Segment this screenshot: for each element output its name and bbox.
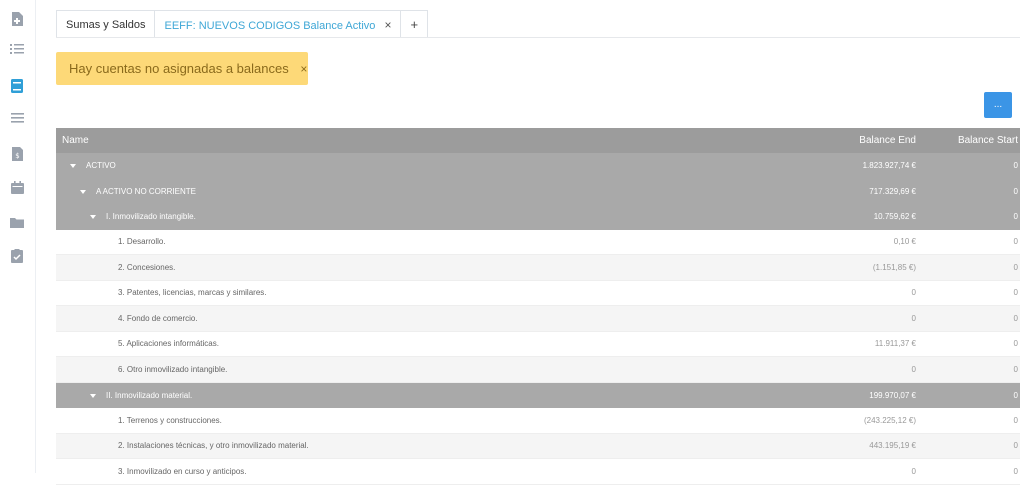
row-balance-end: (1.151,85 €) xyxy=(872,262,916,272)
row-balance-end: 1.823.927,74 € xyxy=(862,161,916,171)
row-balance-end: 717.329,69 € xyxy=(869,186,916,196)
row-balance-start: 0 xyxy=(1013,161,1018,171)
row-name: 6. Otro inmovilizado intangible. xyxy=(118,364,228,374)
table-header: Name Balance End Balance Start xyxy=(56,128,1020,153)
row-balance-start: 0 xyxy=(1013,339,1018,349)
row-name: II. Inmovilizado material. xyxy=(106,390,193,400)
warning-alert: Hay cuentas no asignadas a balances × xyxy=(56,52,308,85)
row-name: ACTIVO xyxy=(86,161,116,171)
row-balance-start: 0 xyxy=(1013,212,1018,222)
row-name: I. Inmovilizado intangible. xyxy=(106,212,196,222)
list-icon[interactable] xyxy=(10,42,24,56)
row-balance-start: 0 xyxy=(1013,237,1018,247)
menu-icon[interactable] xyxy=(10,111,24,125)
file-plus-icon[interactable] xyxy=(10,12,24,26)
folder-icon[interactable] xyxy=(10,215,24,229)
row-balance-start: 0 xyxy=(1013,441,1018,451)
table-row[interactable]: 5. Aplicaciones informáticas. 11.911,37 … xyxy=(56,331,1020,357)
row-balance-end: 0 xyxy=(911,364,916,374)
row-balance-end: 10.759,62 € xyxy=(873,212,916,222)
row-balance-end: 199.970,07 € xyxy=(869,390,916,400)
row-balance-end: 0,10 € xyxy=(893,237,916,247)
tab-sumas-y-saldos[interactable]: Sumas y Saldos xyxy=(56,10,156,38)
table-row[interactable]: 4. Fondo de comercio. 0 0 xyxy=(56,306,1020,332)
table-row[interactable]: 6. Otro inmovilizado intangible. 0 0 xyxy=(56,357,1020,383)
table-row[interactable]: 1. Terrenos y construcciones. (243.225,1… xyxy=(56,408,1020,434)
main-content: Sumas y Saldos EEFF: NUEVOS CODIGOS Bala… xyxy=(36,0,1024,485)
row-balance-start: 0 xyxy=(1013,390,1018,400)
table-row[interactable]: II. Inmovilizado material. 199.970,07 € … xyxy=(56,382,1020,408)
table-row[interactable]: 3. Patentes, licencias, marcas y similar… xyxy=(56,280,1020,306)
tab-label: Sumas y Saldos xyxy=(66,19,146,31)
table-row[interactable]: 2. Instalaciones técnicas, y otro inmovi… xyxy=(56,433,1020,459)
row-balance-start: 0 xyxy=(1013,364,1018,374)
close-icon[interactable]: × xyxy=(384,18,391,32)
row-balance-end: 443.195,19 € xyxy=(869,441,916,451)
column-header-balance-end[interactable]: Balance End xyxy=(806,135,926,146)
balance-table: Name Balance End Balance Start ACTIVO 1.… xyxy=(56,128,1020,485)
alert-text: Hay cuentas no asignadas a balances xyxy=(69,61,289,76)
close-icon[interactable]: × xyxy=(300,62,307,76)
row-balance-end: 0 xyxy=(911,466,916,476)
table-row[interactable]: 3. Inmovilizado en curso y anticipos. 0 … xyxy=(56,459,1020,485)
book-icon[interactable] xyxy=(10,79,24,93)
table-row[interactable]: 1. Desarrollo. 0,10 € 0 xyxy=(56,229,1020,255)
row-balance-start: 0 xyxy=(1013,466,1018,476)
row-name: 2. Instalaciones técnicas, y otro inmovi… xyxy=(118,441,309,451)
row-name: 2. Concesiones. xyxy=(118,262,176,272)
row-name: 4. Fondo de comercio. xyxy=(118,313,198,323)
svg-text:$: $ xyxy=(15,152,19,160)
tab-divider xyxy=(56,37,1020,38)
column-header-name[interactable]: Name xyxy=(56,135,806,146)
clipboard-check-icon[interactable] xyxy=(10,249,24,263)
row-name: 5. Aplicaciones informáticas. xyxy=(118,339,219,349)
invoice-icon[interactable]: $ xyxy=(10,147,24,161)
caret-down-icon[interactable] xyxy=(90,393,96,398)
add-tab-button[interactable]: + xyxy=(400,10,429,38)
table-row[interactable]: I. Inmovilizado intangible. 10.759,62 € … xyxy=(56,204,1020,230)
sidebar: $ xyxy=(0,0,36,473)
table-row[interactable]: 2. Concesiones. (1.151,85 €) 0 xyxy=(56,255,1020,281)
row-name: A ACTIVO NO CORRIENTE xyxy=(96,186,197,196)
row-name: 1. Desarrollo. xyxy=(118,237,166,247)
caret-down-icon[interactable] xyxy=(90,215,96,220)
row-balance-start: 0 xyxy=(1013,288,1018,298)
caret-down-icon[interactable] xyxy=(70,164,76,169)
row-balance-end: 11.911,37 € xyxy=(874,339,916,349)
tab-label: EEFF: NUEVOS CODIGOS Balance Activo xyxy=(164,20,376,32)
row-name: 3. Patentes, licencias, marcas y similar… xyxy=(118,288,267,298)
more-options-button[interactable]: ... xyxy=(984,92,1012,118)
row-name: 3. Inmovilizado en curso y anticipos. xyxy=(118,466,247,476)
row-balance-end: 0 xyxy=(911,313,916,323)
tab-bar: Sumas y Saldos EEFF: NUEVOS CODIGOS Bala… xyxy=(56,10,429,38)
row-balance-start: 0 xyxy=(1013,415,1018,425)
table-row[interactable]: ACTIVO 1.823.927,74 € 0 xyxy=(56,153,1020,179)
calendar-icon[interactable] xyxy=(10,180,24,194)
row-balance-end: (243.225,12 €) xyxy=(863,415,916,425)
row-name: 1. Terrenos y construcciones. xyxy=(118,415,222,425)
row-balance-start: 0 xyxy=(1013,313,1018,323)
column-header-balance-start[interactable]: Balance Start xyxy=(926,135,1020,146)
tab-balance-activo[interactable]: EEFF: NUEVOS CODIGOS Balance Activo × xyxy=(154,10,402,38)
row-balance-end: 0 xyxy=(911,288,916,298)
row-balance-start: 0 xyxy=(1013,262,1018,272)
caret-down-icon[interactable] xyxy=(80,189,86,194)
row-balance-start: 0 xyxy=(1013,186,1018,196)
table-row[interactable]: A ACTIVO NO CORRIENTE 717.329,69 € 0 xyxy=(56,178,1020,204)
